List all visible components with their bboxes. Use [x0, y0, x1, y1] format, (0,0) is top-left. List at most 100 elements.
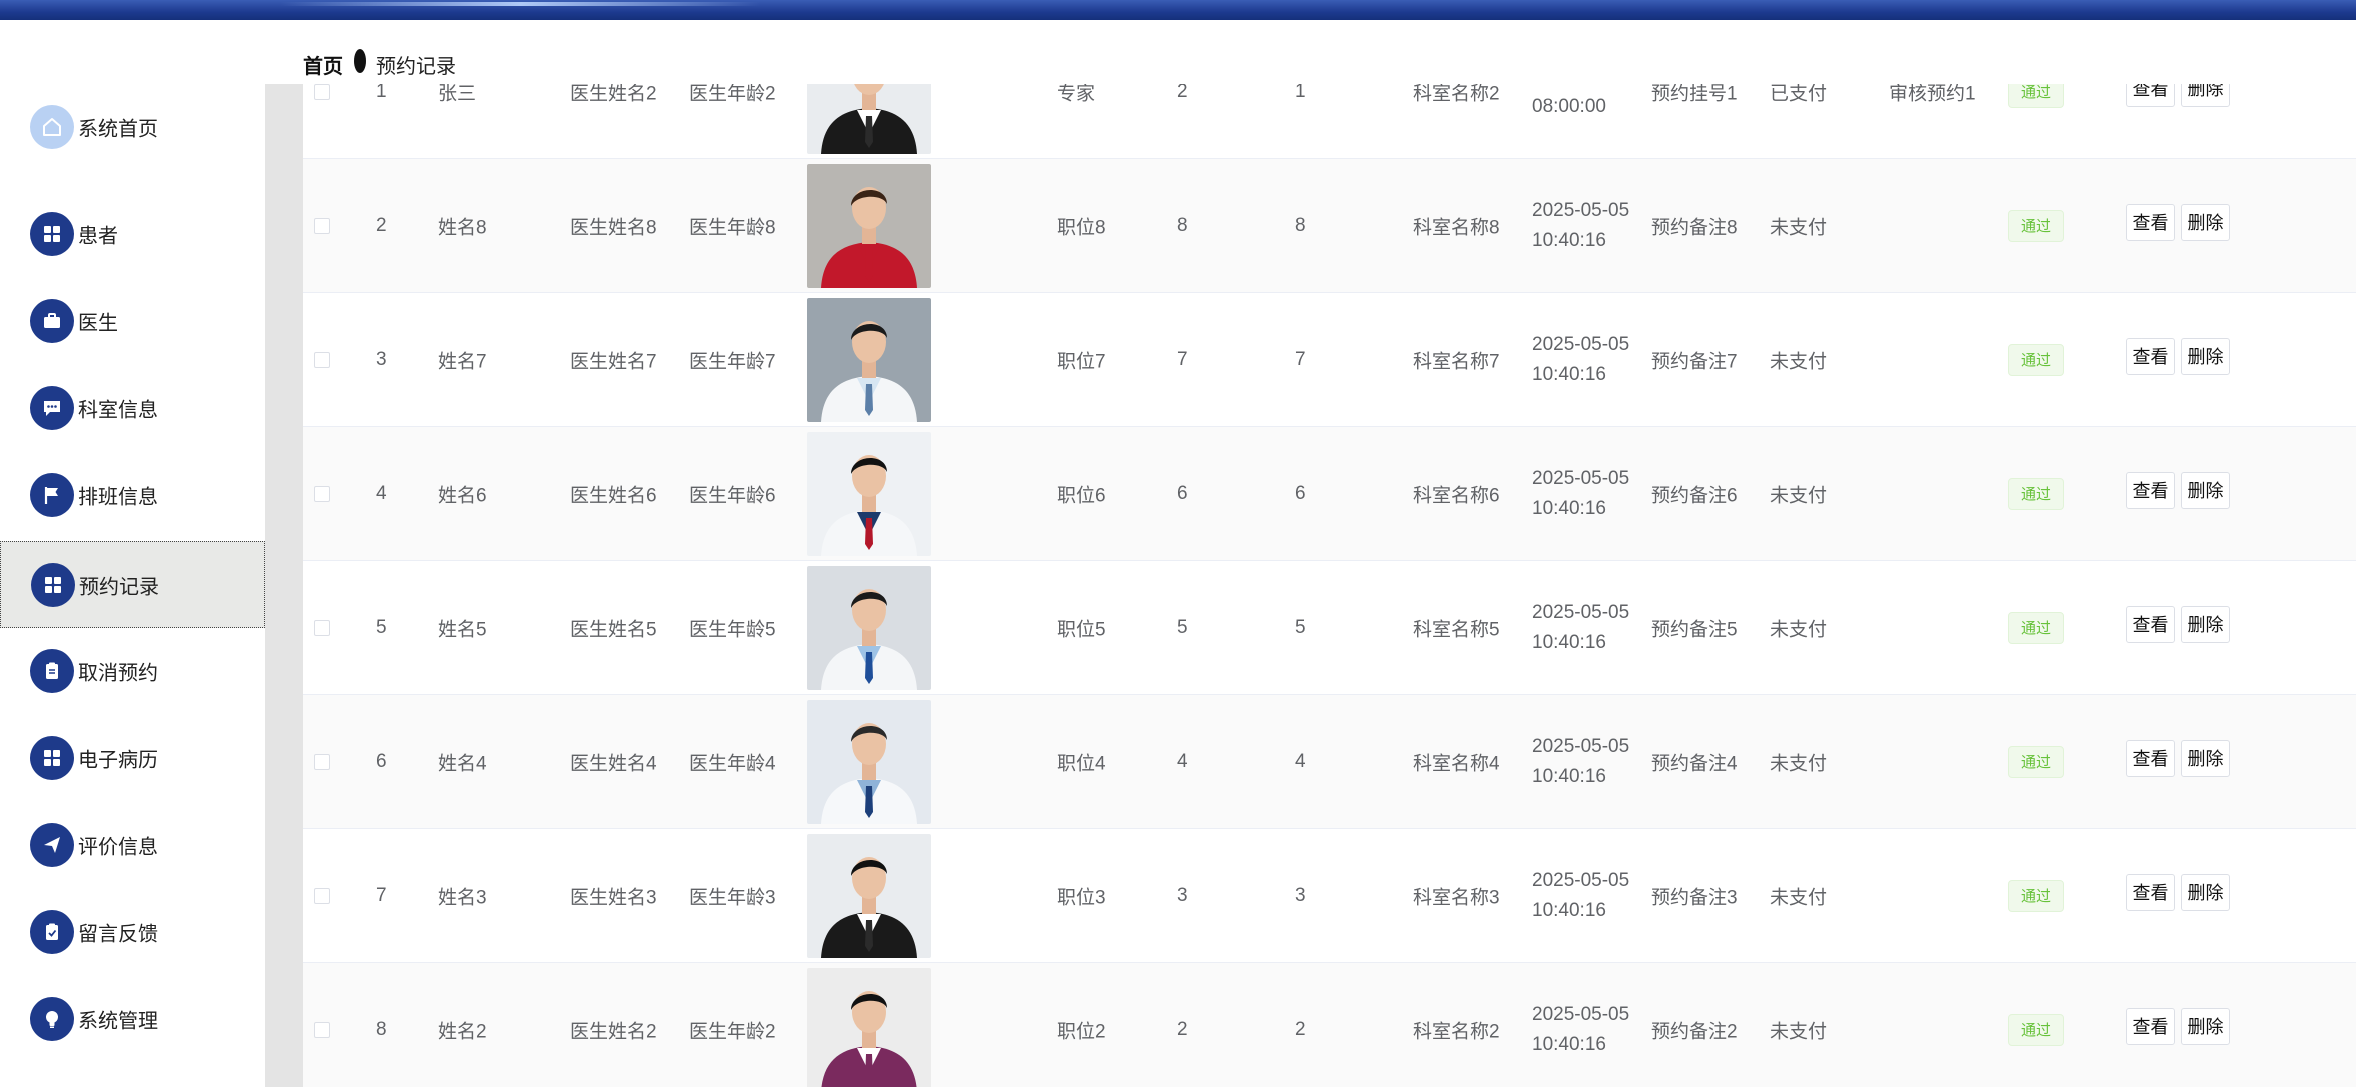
cell-number-a: 6	[1177, 482, 1188, 504]
status-badge: 通过	[2008, 477, 2064, 510]
cell-index: 3	[376, 348, 387, 370]
cell-department: 科室名称8	[1413, 217, 1500, 238]
cell-doctor-name: 医生姓名3	[570, 887, 657, 908]
cell-doctor-age: 医生年龄6	[689, 485, 776, 506]
sidebar-item-department[interactable]: 科室信息	[0, 364, 265, 451]
cell-number-a: 7	[1177, 348, 1188, 370]
sidebar-item-appointments[interactable]: 预约记录	[0, 541, 265, 628]
delete-button[interactable]: 删除	[2181, 739, 2230, 777]
row-checkbox[interactable]	[314, 753, 330, 770]
cell-time: 10:40:16	[1532, 765, 1606, 787]
delete-button[interactable]: 删除	[2181, 873, 2230, 911]
cell-time: 10:40:16	[1532, 631, 1606, 653]
cell-number-b: 3	[1295, 884, 1306, 906]
delete-button[interactable]: 删除	[2181, 471, 2230, 509]
cell-patient-name: 姓名7	[438, 351, 487, 372]
cell-doctor-name: 医生姓名7	[570, 351, 657, 372]
sidebar-item-doctor[interactable]: 医生	[0, 277, 265, 364]
breadcrumb: 首页 预约记录	[265, 20, 2356, 84]
view-button[interactable]: 查看	[2126, 337, 2175, 375]
row-checkbox[interactable]	[314, 351, 330, 368]
breadcrumb-current: 预约记录	[376, 56, 456, 78]
sidebar-item-feedback[interactable]: 留言反馈	[0, 888, 265, 975]
sidebar-item-system[interactable]: 系统管理	[0, 975, 265, 1062]
view-button[interactable]: 查看	[2126, 739, 2175, 777]
cell-position: 职位8	[1057, 217, 1106, 238]
home-icon	[30, 104, 74, 149]
cell-index: 6	[376, 750, 387, 772]
cell-time: 08:00:00	[1532, 95, 1606, 117]
cell-patient-name: 姓名8	[438, 217, 487, 238]
sidebar-item-label: 取消预约	[78, 662, 158, 684]
view-button[interactable]: 查看	[2126, 471, 2175, 509]
delete-button[interactable]: 删除	[2181, 1007, 2230, 1045]
cell-time: 10:40:16	[1532, 229, 1606, 251]
cell-datetime: 2025-05-05 10:40:16	[1532, 1000, 1629, 1060]
row-checkbox[interactable]	[314, 485, 330, 502]
sidebar-item-home[interactable]: 系统首页	[0, 83, 265, 170]
view-button[interactable]: 查看	[2126, 203, 2175, 241]
cell-department: 科室名称3	[1413, 887, 1500, 908]
row-checkbox[interactable]	[314, 83, 330, 100]
view-button[interactable]: 查看	[2126, 873, 2175, 911]
view-button[interactable]: 查看	[2126, 605, 2175, 643]
cell-index: 4	[376, 482, 387, 504]
sidebar-item-schedule[interactable]: 排班信息	[0, 451, 265, 538]
cell-datetime: 2025-05-05 10:40:16	[1532, 866, 1629, 926]
cell-date: 2025-05-05	[1532, 735, 1630, 757]
breadcrumb-home[interactable]: 首页	[303, 50, 343, 79]
cell-department: 科室名称6	[1413, 485, 1500, 506]
cell-number-b: 7	[1295, 348, 1306, 370]
cell-number-b: 5	[1295, 616, 1306, 638]
cell-patient-name: 姓名2	[438, 1021, 487, 1042]
view-button[interactable]: 查看	[2126, 1007, 2175, 1045]
delete-button[interactable]: 删除	[2181, 605, 2230, 643]
cell-note: 预约备注7	[1651, 351, 1738, 372]
delete-button[interactable]: 删除	[2181, 337, 2230, 375]
cell-payment: 未支付	[1770, 217, 1828, 238]
delete-button[interactable]: 删除	[2181, 203, 2230, 241]
cell-datetime: 2025-05-05 10:40:16	[1532, 732, 1629, 792]
cell-doctor-name: 医生姓名4	[570, 753, 657, 774]
content-gutter	[265, 84, 303, 1087]
row-checkbox[interactable]	[314, 619, 330, 636]
cell-number-a: 5	[1177, 616, 1188, 638]
sidebar-item-label: 患者	[78, 225, 118, 247]
cell-doctor-age: 医生年龄3	[689, 887, 776, 908]
cell-payment: 未支付	[1770, 351, 1828, 372]
cell-patient-name: 姓名4	[438, 753, 487, 774]
sidebar-item-patient[interactable]: 患者	[0, 190, 265, 277]
cell-note: 预约备注4	[1651, 753, 1738, 774]
table-row: 5 姓名5 医生姓名5 医生年龄5 职位5 5 5 科室名称5 2025-05-05 10:40:…	[303, 561, 2356, 695]
cell-department: 科室名称2	[1413, 1021, 1500, 1042]
cell-doctor-age: 医生年龄5	[689, 619, 776, 640]
doctor-photo	[807, 163, 931, 288]
cell-position: 职位6	[1057, 485, 1106, 506]
sidebar-item-label: 排班信息	[78, 486, 158, 508]
flag-icon	[30, 472, 74, 517]
doctor-photo	[807, 297, 931, 422]
cell-doctor-name: 医生姓名8	[570, 217, 657, 238]
sidebar-item-review[interactable]: 评价信息	[0, 801, 265, 888]
breadcrumb-separator-icon	[354, 49, 366, 73]
row-checkbox[interactable]	[314, 1021, 330, 1038]
cell-datetime: 2025-05-05 10:40:16	[1532, 330, 1629, 390]
doctor-photo	[807, 833, 931, 958]
cell-number-b: 4	[1295, 750, 1306, 772]
doctor-photo	[807, 699, 931, 824]
appointment-table: 1张三医生姓名2医生年龄2专家21科室名称22025-05-008:00:00预…	[303, 0, 2356, 1087]
cell-doctor-name: 医生姓名2	[570, 1021, 657, 1042]
sidebar-item-cancel[interactable]: 取消预约	[0, 627, 265, 714]
status-badge: 通过	[2008, 1013, 2064, 1046]
sidebar-item-medical-record[interactable]: 电子病历	[0, 714, 265, 801]
row-checkbox[interactable]	[314, 887, 330, 904]
cell-number-a: 8	[1177, 214, 1188, 236]
cell-number-b: 6	[1295, 482, 1306, 504]
row-checkbox[interactable]	[314, 217, 330, 234]
sidebar-item-label: 留言反馈	[78, 923, 158, 945]
grid-icon	[31, 562, 75, 607]
cell-department: 科室名称4	[1413, 753, 1500, 774]
cell-doctor-age: 医生年龄7	[689, 351, 776, 372]
sidebar-item-label: 科室信息	[78, 399, 158, 421]
cell-patient-name: 姓名5	[438, 619, 487, 640]
